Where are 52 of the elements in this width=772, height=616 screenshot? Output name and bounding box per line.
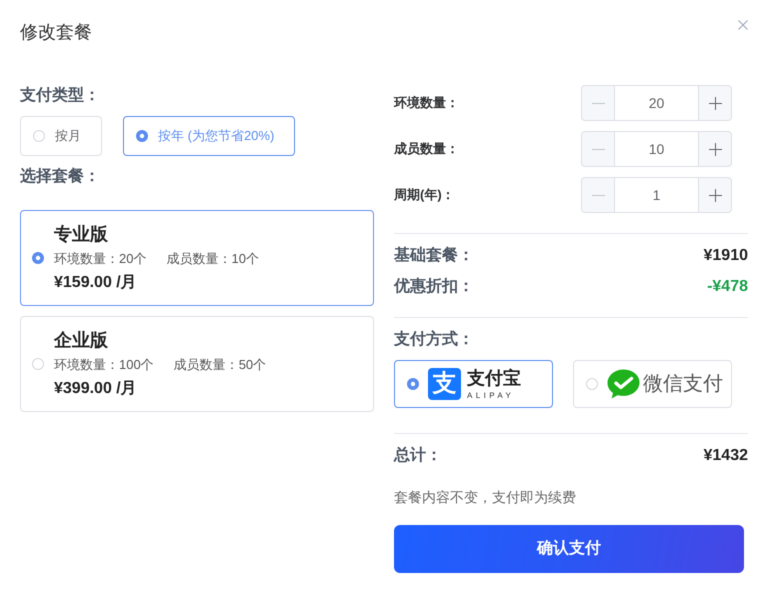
radio-icon bbox=[136, 130, 148, 142]
quantity-field[interactable]: 1 bbox=[615, 177, 698, 213]
brand-name: 微信支付 bbox=[643, 372, 723, 397]
summary-value: -¥478 bbox=[707, 277, 748, 297]
minus-icon bbox=[592, 148, 604, 150]
plus-icon bbox=[708, 142, 722, 156]
minus-icon bbox=[592, 102, 604, 104]
increment-button[interactable] bbox=[698, 131, 732, 167]
chat-bubble-check-icon bbox=[607, 369, 640, 399]
total-value: ¥1432 bbox=[704, 446, 748, 466]
plan-name: 企业版 bbox=[54, 329, 109, 352]
plan-price: ¥399.00 /月 bbox=[54, 379, 138, 399]
summary-label: 优惠折扣： bbox=[394, 276, 474, 297]
brand-name: 支付宝 bbox=[467, 368, 521, 388]
radio-icon bbox=[32, 358, 44, 370]
radio-icon bbox=[586, 378, 598, 390]
quantity-field[interactable]: 10 bbox=[615, 131, 698, 167]
field-label: 环境数量： bbox=[394, 94, 460, 112]
plus-icon bbox=[708, 96, 722, 110]
radio-icon bbox=[32, 252, 44, 264]
plan-feature: 成员数量：50个 bbox=[174, 356, 266, 374]
confirm-button[interactable]: 确认支付 bbox=[394, 525, 744, 573]
total-label: 总计： bbox=[394, 446, 442, 466]
brand-subtitle: ALIPAY bbox=[467, 390, 514, 400]
plan-feature: 成员数量：10个 bbox=[166, 250, 259, 268]
logo-mark: 支 bbox=[428, 368, 461, 400]
field-label: 周期(年)： bbox=[394, 186, 456, 204]
radio-icon bbox=[33, 130, 45, 142]
increment-button[interactable] bbox=[698, 85, 732, 121]
plan-feature: 环境数量：100个 bbox=[54, 356, 154, 374]
plus-icon bbox=[708, 188, 722, 202]
plan-card[interactable]: 专业版 环境数量：20个 成员数量：10个 ¥159.00 /月 bbox=[20, 210, 374, 306]
minus-icon bbox=[592, 194, 604, 196]
dialog-title: 修改套餐 bbox=[20, 21, 92, 44]
summary-label: 基础套餐： bbox=[394, 246, 474, 266]
payment-option[interactable]: 微信支付 bbox=[573, 360, 732, 408]
billing-option[interactable]: 按年 (为您节省20%) bbox=[123, 116, 296, 156]
billing-option[interactable]: 按月 bbox=[20, 116, 102, 156]
radio-icon bbox=[407, 378, 419, 390]
section-label: 支付类型： bbox=[20, 86, 101, 106]
plan-name: 专业版 bbox=[54, 223, 109, 246]
close-icon[interactable] bbox=[738, 20, 748, 30]
plan-feature: 环境数量：20个 bbox=[54, 250, 146, 268]
field-label: 成员数量： bbox=[394, 140, 460, 158]
note-text: 套餐内容不变，支付即为续费 bbox=[394, 488, 577, 507]
summary-value: ¥1910 bbox=[704, 246, 748, 266]
plan-price: ¥159.00 /月 bbox=[54, 273, 138, 293]
plan-card[interactable]: 企业版 环境数量：100个 成员数量：50个 ¥399.00 /月 bbox=[20, 316, 374, 412]
section-label: 选择套餐： bbox=[20, 166, 101, 187]
section-label: 支付方式： bbox=[394, 329, 475, 350]
quantity-field[interactable]: 20 bbox=[615, 85, 698, 121]
increment-button[interactable] bbox=[698, 177, 732, 213]
